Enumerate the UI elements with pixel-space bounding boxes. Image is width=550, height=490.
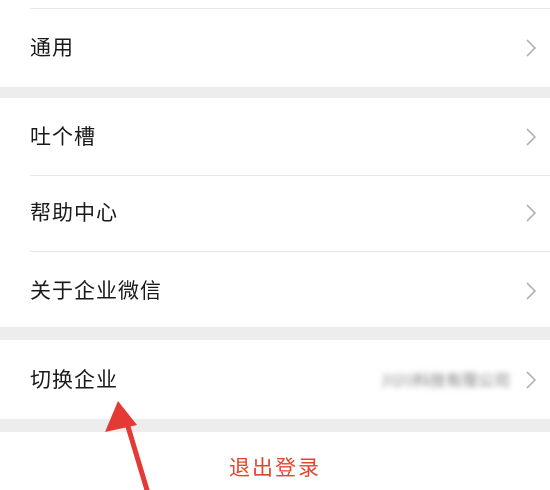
settings-group-general: 通用 bbox=[0, 0, 550, 87]
row-feedback[interactable]: 吐个槽 bbox=[0, 98, 550, 175]
current-company-name: 川川科技有限公司 bbox=[381, 371, 510, 390]
row-about-label: 关于企业微信 bbox=[30, 279, 162, 303]
row-help-center[interactable]: 帮助中心 bbox=[0, 176, 550, 251]
row-about[interactable]: 关于企业微信 bbox=[0, 252, 550, 327]
row-feedback-label: 吐个槽 bbox=[30, 125, 96, 149]
row-general[interactable]: 通用 bbox=[0, 9, 550, 87]
chevron-right-icon bbox=[526, 282, 536, 300]
row-switch-company[interactable]: 切换企业 川川科技有限公司 bbox=[0, 340, 550, 419]
logout-section: 退出登录 bbox=[0, 432, 550, 490]
chevron-right-icon bbox=[526, 39, 536, 57]
row-general-label: 通用 bbox=[30, 36, 74, 60]
row-switch-company-label: 切换企业 bbox=[30, 368, 118, 392]
chevron-right-icon bbox=[526, 128, 536, 146]
chevron-right-icon bbox=[526, 371, 536, 389]
chevron-right-icon bbox=[526, 204, 536, 222]
row-help-center-label: 帮助中心 bbox=[30, 201, 118, 225]
settings-group-company: 切换企业 川川科技有限公司 bbox=[0, 340, 550, 419]
logout-button[interactable]: 退出登录 bbox=[0, 458, 550, 479]
settings-group-support: 吐个槽 帮助中心 关于企业微信 bbox=[0, 98, 550, 327]
